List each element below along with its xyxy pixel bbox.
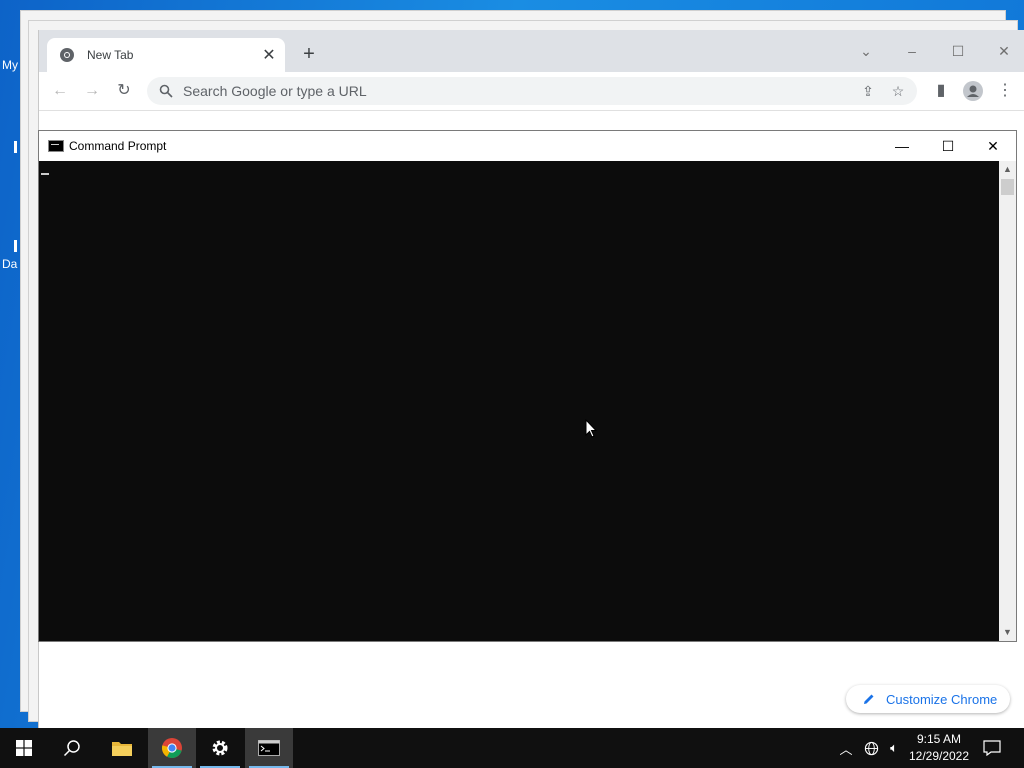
console-area[interactable]: [39, 161, 999, 641]
clock-date: 12/29/2022: [908, 749, 970, 763]
omnibox[interactable]: Search Google or type a URL ⇪ ☆: [147, 77, 917, 105]
close-icon[interactable]: ✕: [257, 45, 281, 65]
forward-arrow-icon[interactable]: →: [80, 79, 104, 103]
pencil-icon: [864, 694, 874, 704]
kebab-menu-icon[interactable]: ⋮: [993, 79, 1017, 103]
desktop-icon[interactable]: [14, 240, 17, 252]
clock[interactable]: 9:15 AM 12/29/2022: [900, 731, 978, 765]
chrome-icon[interactable]: [148, 728, 196, 768]
side-panel-icon[interactable]: ▮: [929, 79, 953, 103]
scrollbar[interactable]: ▲ ▼: [999, 161, 1016, 641]
tab-title: New Tab: [87, 48, 134, 62]
windows-start-icon[interactable]: [0, 728, 48, 768]
share-icon[interactable]: ⇪: [857, 80, 879, 102]
chevron-down-icon[interactable]: ⌄: [843, 38, 889, 64]
minimize-icon[interactable]: —: [879, 131, 925, 161]
command-prompt-window: Command Prompt — ☐ ✕ ▲ ▼: [38, 130, 1017, 642]
desktop-icon-label[interactable]: Da: [2, 257, 17, 271]
desktop-icon[interactable]: [14, 141, 17, 153]
customize-chrome-button[interactable]: Customize Chrome: [846, 685, 1010, 713]
plus-icon[interactable]: +: [297, 42, 321, 66]
minimize-icon[interactable]: –: [889, 38, 935, 64]
omnibox-placeholder: Search Google or type a URL: [183, 83, 367, 99]
console-icon: [48, 140, 64, 152]
back-arrow-icon[interactable]: ←: [48, 79, 72, 103]
mouse-pointer-icon: [585, 419, 597, 438]
network-icon[interactable]: [860, 728, 882, 768]
desktop-icon-label[interactable]: My: [2, 58, 18, 72]
cmd-title-bar[interactable]: Command Prompt — ☐ ✕: [39, 131, 1016, 161]
scroll-up-icon[interactable]: ▲: [999, 161, 1016, 178]
notification-icon[interactable]: [980, 728, 1004, 768]
maximize-icon[interactable]: ☐: [925, 131, 971, 161]
chevron-up-icon[interactable]: ︿: [836, 728, 856, 768]
search-icon: [159, 84, 173, 98]
text-cursor: [41, 173, 49, 175]
close-icon[interactable]: ✕: [981, 38, 1024, 64]
scroll-down-icon[interactable]: ▼: [999, 624, 1016, 641]
profile-icon[interactable]: [961, 79, 985, 103]
chrome-toolbar: ← → ↻ Search Google or type a URL ⇪ ☆ ▮ …: [39, 72, 1024, 111]
close-icon[interactable]: ✕: [970, 131, 1016, 161]
cmd-title: Command Prompt: [69, 139, 167, 153]
star-icon[interactable]: ☆: [887, 80, 909, 102]
file-explorer-icon[interactable]: [98, 728, 146, 768]
scroll-thumb[interactable]: [1001, 179, 1014, 195]
taskbar: ︿ 🔈︎ 9:15 AM 12/29/2022: [0, 728, 1024, 768]
chrome-favicon: [60, 48, 74, 62]
search-icon[interactable]: [48, 728, 96, 768]
tab-strip: New Tab ✕ + ⌄ – ☐ ✕: [39, 30, 1024, 72]
clock-time: 9:15 AM: [916, 732, 962, 746]
tab-new-tab[interactable]: New Tab ✕: [47, 38, 285, 72]
maximize-icon[interactable]: ☐: [935, 38, 981, 64]
customize-chrome-label: Customize Chrome: [886, 691, 998, 707]
command-prompt-icon[interactable]: [245, 728, 293, 768]
settings-gear-icon[interactable]: [196, 728, 244, 768]
reload-icon[interactable]: ↻: [112, 79, 136, 103]
